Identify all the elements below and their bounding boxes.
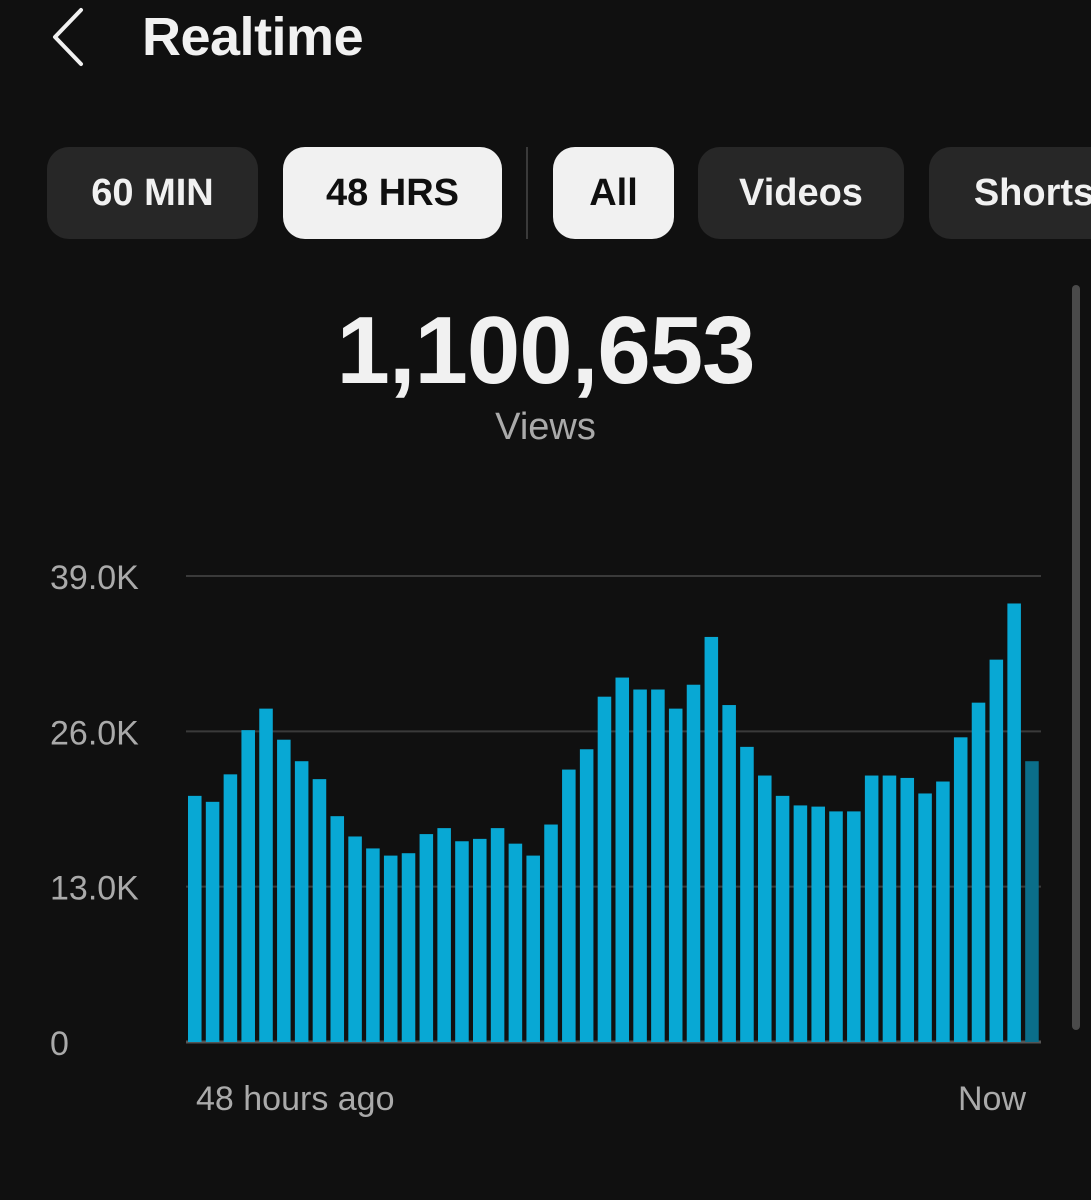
bar[interactable] [793,805,808,1042]
bar[interactable] [900,777,915,1042]
bar[interactable] [294,761,309,1042]
views-bar-chart: 0 13.0K 26.0K 39.0K [50,559,1041,1063]
chevron-left-icon [53,8,83,66]
bar[interactable] [508,843,523,1042]
chip-divider [526,147,528,239]
bar[interactable] [597,696,612,1042]
bar[interactable] [490,828,505,1042]
page-title: Realtime [142,7,364,67]
x-axis-end-label: Now [958,1080,1027,1118]
back-button[interactable] [40,0,100,76]
bar[interactable] [918,793,932,1042]
bar[interactable] [847,811,861,1042]
chip-videos[interactable]: Videos [698,147,904,239]
bar[interactable] [953,737,968,1042]
y-tick-label: 26.0K [50,714,139,752]
bar[interactable] [259,708,273,1042]
bar[interactable] [936,781,950,1042]
bar[interactable] [419,834,434,1042]
bar[interactable] [722,705,736,1042]
chip-48-hrs[interactable]: 48 HRS [283,147,502,239]
bar[interactable] [562,769,576,1042]
y-tick-label: 39.0K [50,559,139,597]
chip-all[interactable]: All [553,147,674,239]
total-views-label: Views [495,406,596,448]
bar[interactable] [882,775,897,1042]
bar[interactable] [811,806,825,1042]
bar[interactable] [205,801,220,1042]
bar[interactable] [668,708,683,1042]
bar[interactable] [686,684,701,1042]
chip-60-min[interactable]: 60 MIN [47,147,258,239]
filter-chips: 60 MIN 48 HRS All Videos Shorts [0,147,1091,239]
bar[interactable] [633,689,647,1042]
bar[interactable] [437,828,451,1042]
bar[interactable] [473,838,487,1042]
total-views-value: 1,100,653 [336,297,755,404]
bar[interactable] [775,795,790,1042]
header: Realtime [0,0,1091,90]
bar[interactable] [740,746,754,1042]
chip-shorts[interactable]: Shorts [929,147,1091,239]
bar[interactable] [348,836,362,1042]
bar-current-hour[interactable] [1025,761,1039,1042]
bar[interactable] [651,689,665,1042]
bar[interactable] [829,811,843,1042]
bar[interactable] [383,855,398,1042]
bar[interactable] [277,739,291,1042]
bar[interactable] [188,795,202,1042]
bar[interactable] [544,824,558,1042]
bar[interactable] [241,730,255,1042]
bar[interactable] [223,774,238,1042]
bar[interactable] [971,702,986,1042]
bar[interactable] [704,636,719,1042]
bar[interactable] [526,855,540,1042]
bar[interactable] [312,779,327,1042]
scrollbar[interactable] [1072,285,1080,1030]
x-axis-start-label: 48 hours ago [196,1080,395,1118]
bar[interactable] [455,841,469,1042]
bar[interactable] [989,659,1004,1042]
y-tick-label: 13.0K [50,870,139,908]
bars [188,603,1039,1042]
y-tick-label: 0 [50,1025,69,1063]
bar[interactable] [615,677,630,1042]
bar[interactable] [1007,603,1021,1042]
bar[interactable] [401,853,416,1042]
bar[interactable] [330,816,345,1042]
bar[interactable] [579,749,594,1042]
bar[interactable] [864,775,879,1042]
y-axis-ticks: 0 13.0K 26.0K 39.0K [50,559,139,1063]
bar[interactable] [366,848,380,1042]
bar[interactable] [758,775,772,1042]
